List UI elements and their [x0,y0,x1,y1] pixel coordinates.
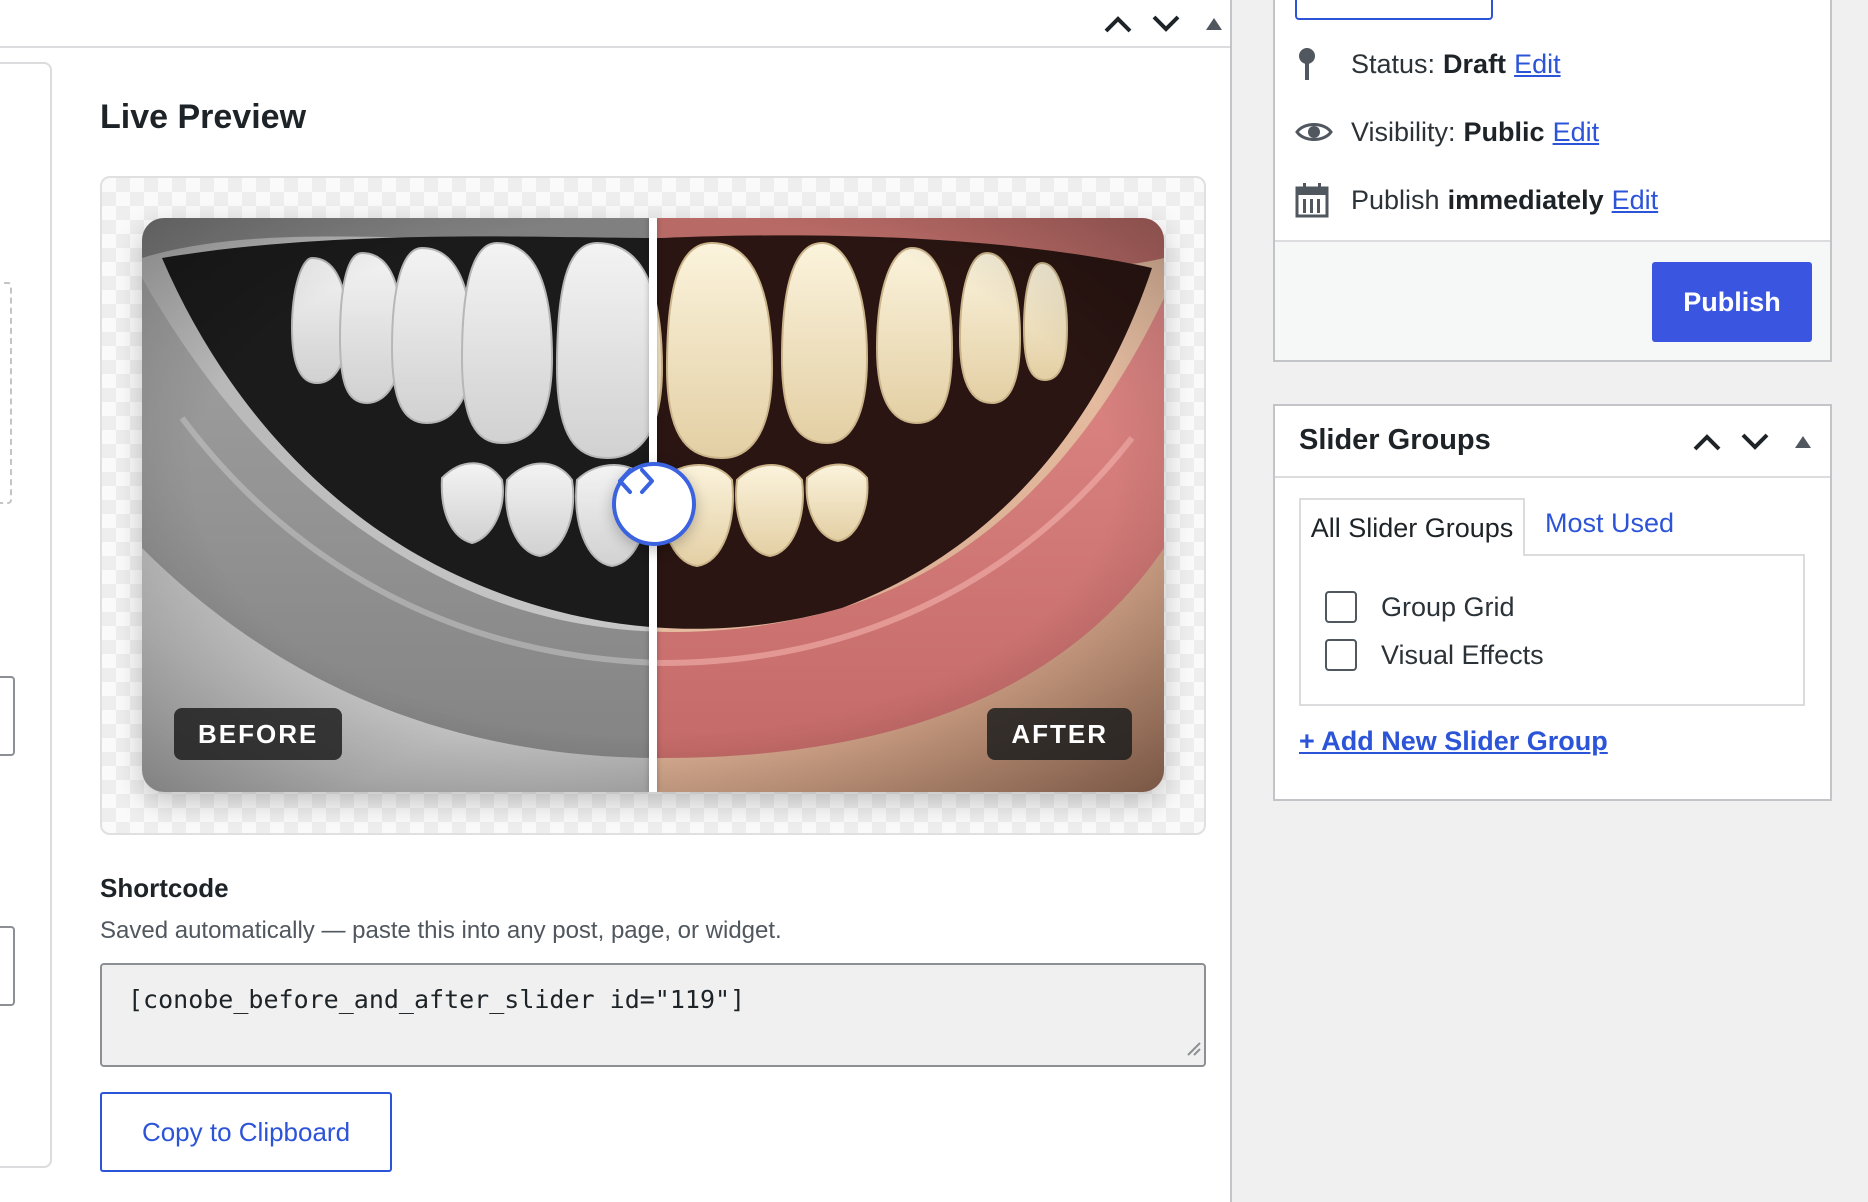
input-field-edge[interactable] [0,926,15,1006]
pin-icon [1295,46,1339,82]
publish-button[interactable]: Publish [1652,262,1812,342]
chevron-up-icon [1103,14,1133,34]
upload-dropzone-edge[interactable] [0,282,12,504]
slider-groups-checklist: Group Grid Visual Effects [1299,554,1805,706]
live-preview-metabox: Live Preview BEFORE AFTER Shortcode Save… [0,0,1232,1202]
slider-groups-header: Slider Groups [1275,406,1830,478]
eye-icon [1295,119,1339,145]
before-after-slider[interactable]: BEFORE AFTER [142,218,1164,792]
publish-actions: Publish [1275,240,1830,360]
move-up-button[interactable] [1683,418,1731,466]
checkbox[interactable] [1325,639,1357,671]
schedule-row: Publish immediately Edit [1295,180,1658,220]
move-down-button[interactable] [1142,0,1190,48]
shortcode-help-text: Saved automatically — paste this into an… [100,917,782,944]
status-value: Draft [1443,48,1507,79]
triangle-up-icon [1794,435,1812,449]
after-label: AFTER [987,708,1132,760]
section-title: Live Preview [100,98,307,136]
slider-handle[interactable] [612,462,696,546]
resize-grip-icon[interactable] [1184,1034,1202,1063]
slider-groups-title: Slider Groups [1299,424,1491,456]
publish-metabox: Status: Draft Edit Visibility: Public Ed… [1273,0,1832,362]
toggle-panel-button[interactable] [1779,418,1827,466]
triangle-up-icon [1205,17,1223,31]
add-new-slider-group-link[interactable]: + Add New Slider Group [1299,726,1608,757]
slider-groups-metabox: Slider Groups All Slider Groups Most Use… [1273,404,1832,801]
shortcode-title: Shortcode [100,873,229,903]
edit-schedule-link[interactable]: Edit [1612,185,1659,216]
metabox-header-controls [1094,0,1238,48]
checklist-item-visual-effects[interactable]: Visual Effects [1325,638,1544,672]
status-row: Status: Draft Edit [1295,44,1561,84]
move-up-button[interactable] [1094,0,1142,48]
metabox-header [0,0,1230,48]
schedule-label: Publish [1351,184,1440,215]
input-field-edge[interactable] [0,676,15,756]
chevron-up-icon [1692,432,1722,452]
tab-all-slider-groups[interactable]: All Slider Groups [1299,498,1525,556]
shortcode-textarea[interactable]: [conobe_before_and_after_slider id="119"… [100,963,1206,1067]
slider-groups-header-controls [1683,418,1827,466]
checklist-item-label: Group Grid [1381,591,1515,622]
visibility-value: Public [1463,116,1545,147]
visibility-row: Visibility: Public Edit [1295,112,1599,152]
before-label: BEFORE [174,708,343,760]
shortcode-value: [conobe_before_and_after_slider id="119"… [128,985,746,1014]
status-label: Status: [1351,48,1436,79]
edit-status-link[interactable]: Edit [1514,49,1561,80]
chevron-down-icon [1740,432,1770,452]
calendar-icon [1295,182,1339,218]
checklist-item-group-grid[interactable]: Group Grid [1325,590,1515,624]
move-down-button[interactable] [1731,418,1779,466]
visibility-label: Visibility: [1351,116,1456,147]
checkbox[interactable] [1325,591,1357,623]
tab-most-used[interactable]: Most Used [1545,508,1674,539]
checklist-item-label: Visual Effects [1381,639,1544,670]
schedule-value: immediately [1447,184,1604,215]
edit-visibility-link[interactable]: Edit [1553,117,1600,148]
chevron-down-icon [1151,14,1181,34]
save-draft-button-edge[interactable] [1295,0,1493,20]
toggle-panel-button[interactable] [1190,0,1238,48]
copy-to-clipboard-button[interactable]: Copy to Clipboard [100,1092,392,1172]
